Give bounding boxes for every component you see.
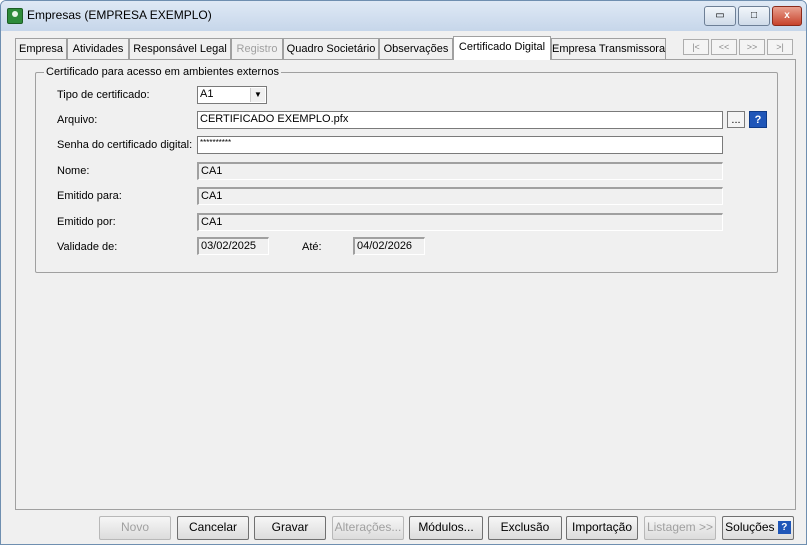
emitido-por-label: Emitido por: [57,216,116,228]
senha-input[interactable]: ********** [197,136,723,154]
gravar-button[interactable]: Gravar [254,516,326,540]
tab-empresa-transmissora[interactable]: Empresa Transmissora [551,38,666,59]
tab-quadro-societario[interactable]: Quadro Societário [283,38,379,59]
nav-prev-button[interactable]: << [711,39,737,55]
tipo-value: A1 [200,88,214,100]
modulos-button[interactable]: Módulos... [409,516,483,540]
tab-empresa[interactable]: Empresa [15,38,67,59]
importacao-button[interactable]: Importação [566,516,638,540]
listagem-button[interactable]: Listagem >> [644,516,716,540]
tab-certificado-digital[interactable]: Certificado Digital [453,36,551,60]
cancelar-button[interactable]: Cancelar [177,516,249,540]
main-window: Empresas (EMPRESA EXEMPLO) ▭ □ x Empresa… [0,0,807,545]
arquivo-input[interactable]: CERTIFICADO EXEMPLO.pfx [197,111,723,129]
tab-observacoes[interactable]: Observações [379,38,453,59]
ate-label: Até: [302,241,322,253]
nav-last-button[interactable]: >| [767,39,793,55]
app-icon [7,8,23,24]
tab-panel: Certificado para acesso em ambientes ext… [15,59,796,510]
tab-atividades[interactable]: Atividades [67,38,129,59]
tipo-label: Tipo de certificado: [57,89,150,101]
close-button[interactable]: x [772,6,802,26]
alteracoes-button[interactable]: Alterações... [332,516,404,540]
maximize-button[interactable]: □ [738,6,770,26]
group-title: Certificado para acesso em ambientes ext… [44,66,281,78]
solucoes-button[interactable]: Soluções ? [722,516,794,540]
arquivo-label: Arquivo: [57,114,98,126]
tab-registro: Registro [231,38,283,59]
tipo-select[interactable]: A1 ▼ [197,86,267,104]
nome-field: CA1 [197,162,723,180]
emitido-para-field: CA1 [197,187,723,205]
validade-de-field: 03/02/2025 [197,237,269,255]
senha-label: Senha do certificado digital: [57,139,193,151]
window-title: Empresas (EMPRESA EXEMPLO) [27,8,212,22]
emitido-por-field: CA1 [197,213,723,231]
novo-button[interactable]: Novo [99,516,171,540]
title-bar: Empresas (EMPRESA EXEMPLO) ▭ □ x [1,1,806,31]
nav-first-button[interactable]: |< [683,39,709,55]
tab-responsavel-legal[interactable]: Responsável Legal [129,38,231,59]
validade-label: Validade de: [57,241,118,253]
solucoes-label: Soluções [725,520,775,534]
browse-button[interactable]: ... [727,111,745,128]
nome-label: Nome: [57,165,90,177]
chevron-down-icon[interactable]: ▼ [250,88,265,102]
help-icon: ? [777,521,791,535]
help-icon[interactable]: ? [749,111,767,128]
validade-ate-field: 04/02/2026 [353,237,425,255]
certificate-group: Certificado para acesso em ambientes ext… [35,66,778,273]
emitido-para-label: Emitido para: [57,190,122,202]
exclusao-button[interactable]: Exclusão [488,516,562,540]
minimize-button[interactable]: ▭ [704,6,736,26]
nav-next-button[interactable]: >> [739,39,765,55]
